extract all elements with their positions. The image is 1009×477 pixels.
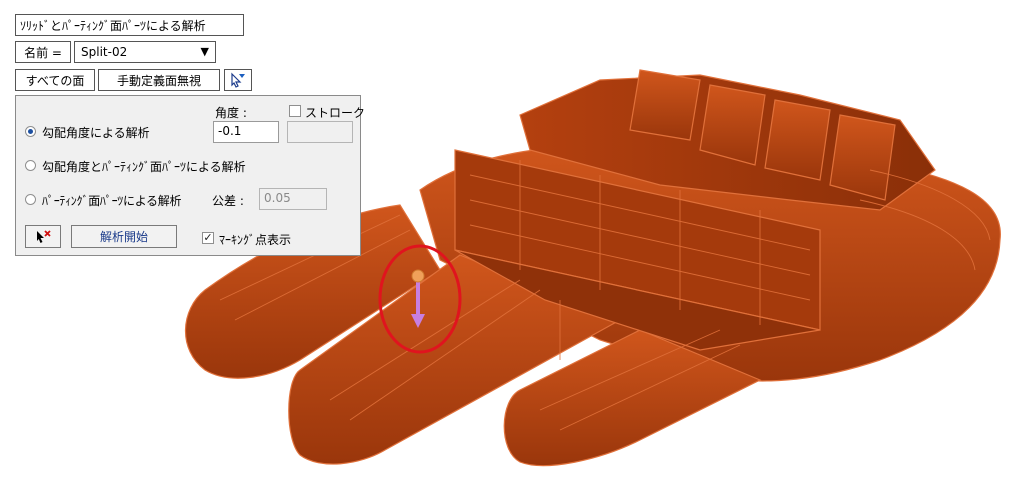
ignore-manual-faces-button[interactable]: 手動定義面無視 — [98, 69, 220, 91]
analysis-options-panel: 角度 : ストローク 勾配角度による解析 -0.1 勾配角度とﾊﾟｰﾃｨﾝｸﾞ面… — [15, 95, 365, 256]
radio-parting[interactable] — [25, 194, 36, 205]
pick-tool-button[interactable] — [224, 69, 252, 91]
tolerance-input[interactable]: 0.05 — [259, 188, 327, 210]
split-dropdown-value: Split-02 — [81, 45, 128, 59]
split-dropdown[interactable]: Split-02 ▼ — [74, 41, 216, 63]
option-draft-angle-label: 勾配角度による解析 — [42, 126, 150, 140]
stroke-input[interactable] — [287, 121, 353, 143]
tolerance-label: 公差 : — [212, 194, 244, 208]
marking-label: ﾏｰｷﾝｸﾞ点表示 — [219, 233, 292, 247]
angle-input[interactable]: -0.1 — [213, 121, 279, 143]
option-draft-angle-parting-label: 勾配角度とﾊﾟｰﾃｨﾝｸﾞ面ﾊﾟｰﾂによる解析 — [42, 160, 246, 174]
marking-checkbox[interactable]: ✓ — [202, 232, 214, 244]
option-parting-label: ﾊﾟｰﾃｨﾝｸﾞ面ﾊﾟｰﾂによる解析 — [42, 194, 182, 208]
radio-draft-angle[interactable] — [25, 126, 36, 137]
all-faces-button[interactable]: すべての面 — [15, 69, 95, 91]
analysis-title: ｿﾘｯﾄﾞとﾊﾟｰﾃｨﾝｸﾞ面ﾊﾟｰﾂによる解析 — [15, 14, 244, 36]
clear-selection-button[interactable] — [25, 225, 61, 248]
radio-draft-angle-parting[interactable] — [25, 160, 36, 171]
pick-pointer-icon — [231, 72, 245, 88]
name-label: 名前 = — [15, 41, 71, 63]
chevron-down-icon: ▼ — [200, 45, 209, 58]
stroke-checkbox[interactable] — [289, 105, 301, 117]
cursor-clear-icon — [37, 229, 51, 243]
start-analysis-button[interactable]: 解析開始 — [71, 225, 177, 248]
stroke-label: ストローク — [305, 106, 366, 120]
angle-header: 角度 : — [215, 106, 247, 120]
